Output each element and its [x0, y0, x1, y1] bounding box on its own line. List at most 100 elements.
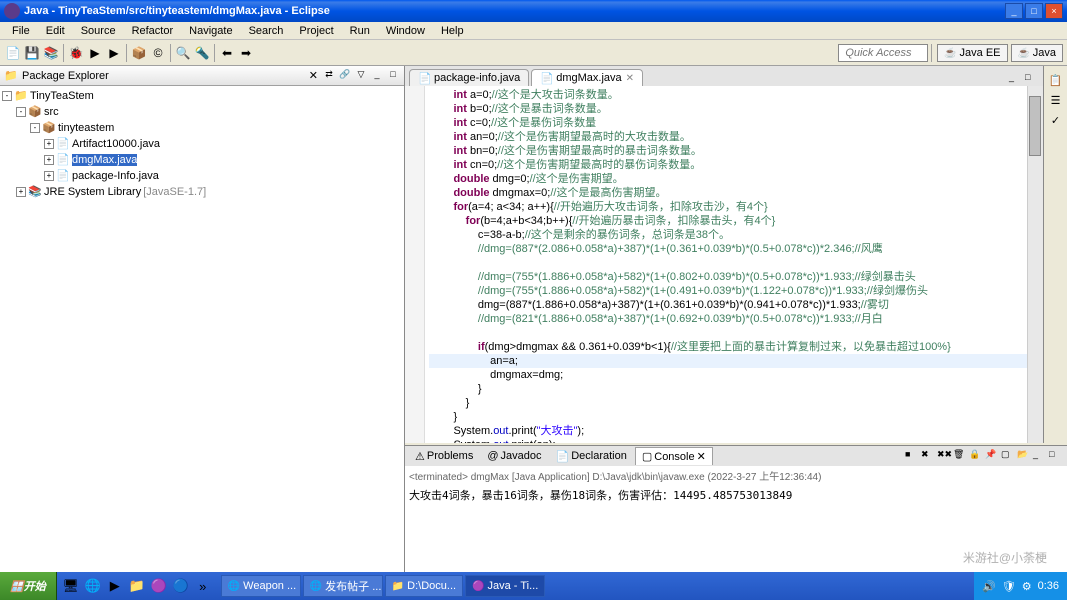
menu-window[interactable]: Window [378, 23, 433, 39]
code-line-highlighted: an=a; [429, 354, 1023, 368]
close-button[interactable]: × [1045, 3, 1063, 19]
ql-desktop-icon[interactable]: 🖥 [61, 576, 81, 596]
editor-tab-pkginfo[interactable]: 📄package-info.java [409, 69, 529, 86]
expander-icon[interactable]: - [16, 107, 26, 117]
start-button[interactable]: 🪟 开始 [0, 572, 57, 600]
forward-icon[interactable]: ➡ [237, 44, 255, 62]
ql-app-icon[interactable]: 🟣 [149, 576, 169, 596]
link-icon[interactable]: 🔗 [338, 69, 352, 83]
editor-tab-dmgmax[interactable]: 📄dmgMax.java✕ [531, 69, 643, 86]
tab-problems[interactable]: ⚠Problems [409, 448, 479, 465]
file-pkginfo[interactable]: package-Info.java [72, 170, 159, 182]
scrollbar-vertical[interactable] [1027, 86, 1043, 443]
ql-folder-icon[interactable]: 📁 [127, 576, 147, 596]
tab-declaration[interactable]: 📄Declaration [550, 448, 633, 465]
menu-project[interactable]: Project [291, 23, 341, 39]
terminate-icon[interactable]: ■ [905, 449, 919, 463]
task-java[interactable]: 🟣 Java - Ti... [465, 575, 545, 597]
minimize-console-icon[interactable]: _ [1033, 449, 1047, 463]
newpkg-icon[interactable]: 📦 [130, 44, 148, 62]
tab-javadoc[interactable]: @Javadoc [481, 448, 547, 464]
console-status: <terminated> dmgMax [Java Application] D… [405, 466, 1067, 485]
maximize-editor-icon[interactable]: □ [1025, 72, 1039, 86]
debug-icon[interactable]: 🐞 [67, 44, 85, 62]
tasks-icon[interactable]: ✓ [1047, 114, 1065, 132]
scrolllock-icon[interactable]: 🔒 [969, 449, 983, 463]
minimize-button[interactable]: _ [1005, 3, 1023, 19]
task-post[interactable]: 🌐 发布帖子 ... [303, 575, 383, 597]
editor-code[interactable]: int a=0;//这个是大攻击词条数量。 int b=0;//这个是暴击词条数… [425, 86, 1027, 443]
saveall-icon[interactable]: 📚 [42, 44, 60, 62]
tab-close-icon[interactable]: ✕ [697, 450, 706, 463]
expander-icon[interactable]: + [44, 155, 54, 165]
task-docu[interactable]: 📁 D:\Docu... [385, 575, 463, 597]
ql-app2-icon[interactable]: 🔵 [171, 576, 191, 596]
outline-icon[interactable]: 📋 [1047, 74, 1065, 92]
open-type-icon[interactable]: 🔍 [174, 44, 192, 62]
code-line: bn=0; [467, 145, 498, 157]
package-label[interactable]: tinyteastem [58, 122, 114, 134]
tab-close-icon[interactable]: ✕ [626, 73, 634, 84]
menu-edit[interactable]: Edit [38, 23, 73, 39]
removeall-icon[interactable]: ✖✖ [937, 449, 951, 463]
expander-icon[interactable]: + [44, 171, 54, 181]
minimize-editor-icon[interactable]: _ [1009, 72, 1023, 86]
ql-ie-icon[interactable]: 🌐 [83, 576, 103, 596]
perspective-java[interactable]: ☕ Java [1011, 44, 1063, 62]
runlast-icon[interactable]: ▶ [105, 44, 123, 62]
jre-label[interactable]: JRE System Library [44, 186, 141, 198]
perspective-javaee[interactable]: ☕ Java EE [937, 44, 1007, 62]
maximize-button[interactable]: □ [1025, 3, 1043, 19]
search-icon[interactable]: 🔦 [193, 44, 211, 62]
tray-icon[interactable]: ⚙ [1022, 580, 1032, 593]
remove-icon[interactable]: ✖ [921, 449, 935, 463]
menu-source[interactable]: Source [73, 23, 124, 39]
maximize-console-icon[interactable]: □ [1049, 449, 1063, 463]
menu-refactor[interactable]: Refactor [124, 23, 182, 39]
maximize-view-icon[interactable]: □ [386, 69, 400, 83]
eclipse-icon [4, 3, 20, 19]
window-title: Java - TinyTeaStem/src/tinyteastem/dmgMa… [24, 5, 1005, 17]
save-icon[interactable]: 💾 [23, 44, 41, 62]
src-label[interactable]: src [44, 106, 59, 118]
code-line: .print(an); [508, 439, 555, 443]
expander-icon[interactable]: + [44, 139, 54, 149]
system-tray[interactable]: 🔊 🛡 ⚙ 0:36 [974, 572, 1067, 600]
code-comment: //开始遍历大攻击词条，扣除攻击沙，有4个} [554, 201, 768, 213]
quick-access-input[interactable] [838, 44, 928, 62]
menu-search[interactable]: Search [241, 23, 292, 39]
expander-icon[interactable]: - [30, 123, 40, 133]
back-icon[interactable]: ⬅ [218, 44, 236, 62]
menu-navigate[interactable]: Navigate [181, 23, 240, 39]
pin-icon[interactable]: 📌 [985, 449, 999, 463]
ql-media-icon[interactable]: ▶ [105, 576, 125, 596]
scroll-thumb[interactable] [1029, 96, 1041, 156]
minimize-view-icon[interactable]: _ [370, 69, 384, 83]
tray-icon[interactable]: 🛡 [1002, 580, 1016, 593]
display-icon[interactable]: ▢ [1001, 449, 1015, 463]
open-icon[interactable]: 📂 [1017, 449, 1031, 463]
tray-icon[interactable]: 🔊 [982, 580, 996, 593]
collapse-icon[interactable]: ⇄ [322, 69, 336, 83]
newclass-icon[interactable]: © [149, 44, 167, 62]
expander-icon[interactable]: - [2, 91, 12, 101]
run-icon[interactable]: ▶ [86, 44, 104, 62]
package-tree[interactable]: -📁TinyTeaStem -📦src -📦tinyteastem +📄Arti… [0, 86, 404, 580]
clear-icon[interactable]: 🗑 [953, 449, 967, 463]
menu-run[interactable]: Run [342, 23, 378, 39]
tray-clock[interactable]: 0:36 [1038, 580, 1059, 592]
new-icon[interactable]: 📄 [4, 44, 22, 62]
menu-file[interactable]: File [4, 23, 38, 39]
file-dmgmax[interactable]: dmgMax.java [72, 154, 137, 166]
tasklist-icon[interactable]: ☰ [1047, 94, 1065, 112]
declaration-icon: 📄 [556, 450, 570, 463]
viewmenu-icon[interactable]: ▽ [354, 69, 368, 83]
ql-chevron-icon[interactable]: » [193, 576, 213, 596]
task-weapon[interactable]: 🌐 Weapon ... [221, 575, 301, 597]
file-artifact[interactable]: Artifact10000.java [72, 138, 160, 150]
project-label[interactable]: TinyTeaStem [30, 90, 94, 102]
expander-icon[interactable]: + [16, 187, 26, 197]
tab-close-icon[interactable]: ✕ [309, 69, 318, 82]
tab-console[interactable]: ▢Console ✕ [635, 447, 713, 465]
menu-help[interactable]: Help [433, 23, 472, 39]
